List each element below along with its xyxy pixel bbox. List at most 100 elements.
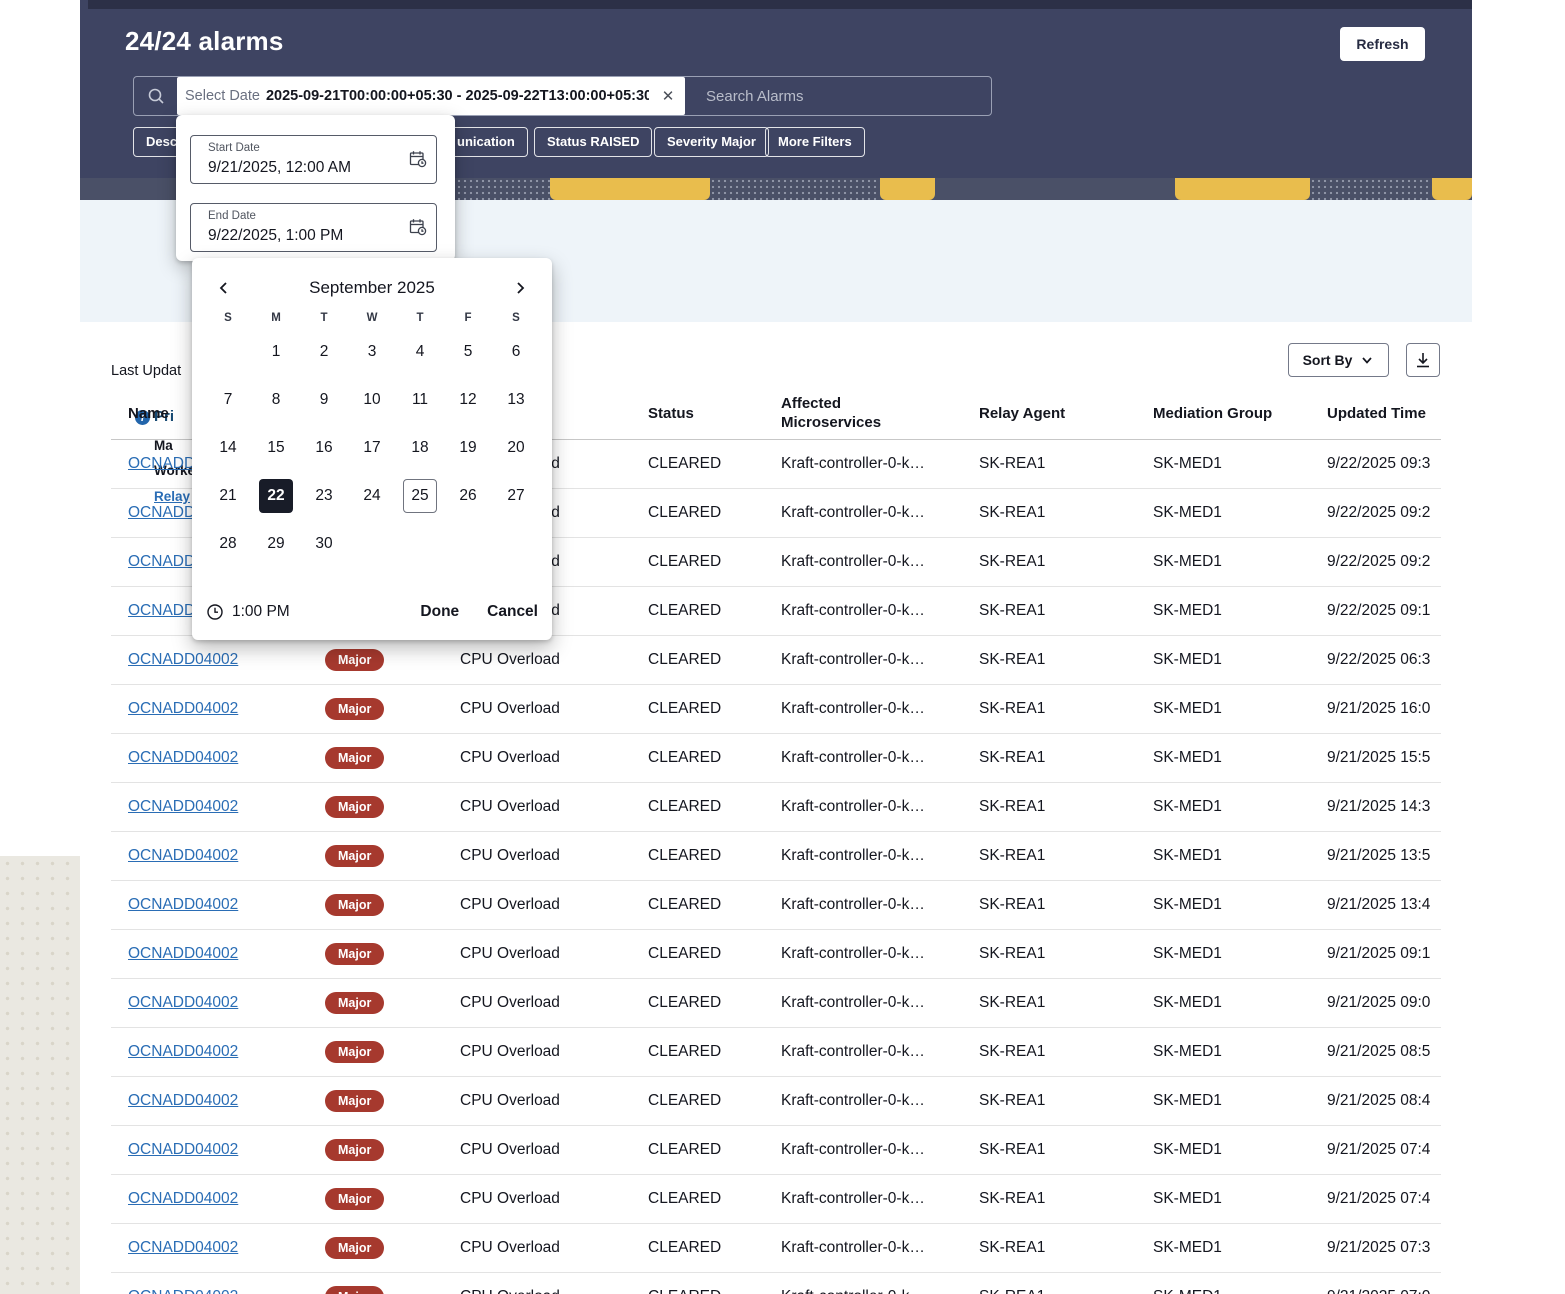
- day-number[interactable]: 13: [499, 383, 533, 417]
- calendar-day-6[interactable]: 6: [492, 328, 540, 376]
- calendar-day-11[interactable]: 11: [396, 376, 444, 424]
- day-number[interactable]: 1: [259, 335, 293, 369]
- day-number[interactable]: 17: [355, 431, 389, 465]
- alarm-name-link[interactable]: OCNADD04002: [128, 994, 238, 1011]
- calendar-day-25[interactable]: 25: [396, 472, 444, 520]
- calendar-day-23[interactable]: 23: [300, 472, 348, 520]
- alarm-name-link[interactable]: OCNADD04002: [128, 896, 238, 913]
- table-row: OCNADD04002 Major CPU Overload CLEARED Kraft…: [111, 636, 1441, 685]
- alarm-name-link[interactable]: OCNADD04002: [128, 847, 238, 864]
- affected-microservices-cell: Kraft-controller-0-k…: [781, 847, 925, 864]
- calendar-day-20[interactable]: 20: [492, 424, 540, 472]
- day-number[interactable]: 9: [307, 383, 341, 417]
- day-number[interactable]: 25: [403, 479, 437, 513]
- start-date-field[interactable]: Start Date 9/21/2025, 12:00 AM: [190, 135, 437, 184]
- alarm-name-link[interactable]: OCNADD04002: [128, 1288, 238, 1294]
- alarm-name-link[interactable]: OCNADD04002: [128, 1141, 238, 1158]
- day-number[interactable]: 27: [499, 479, 533, 513]
- calendar-clock-icon[interactable]: [409, 150, 427, 173]
- calendar-day-27[interactable]: 27: [492, 472, 540, 520]
- day-number[interactable]: 8: [259, 383, 293, 417]
- day-number[interactable]: 28: [211, 527, 245, 561]
- calendar-day-2[interactable]: 2: [300, 328, 348, 376]
- filter-chip[interactable]: Severity Major: [654, 127, 769, 157]
- calendar-day-26[interactable]: 26: [444, 472, 492, 520]
- day-number[interactable]: 16: [307, 431, 341, 465]
- calendar-day-10[interactable]: 10: [348, 376, 396, 424]
- day-number[interactable]: 29: [259, 527, 293, 561]
- filter-chip[interactable]: Status RAISED: [534, 127, 653, 157]
- day-number[interactable]: 5: [451, 335, 485, 369]
- day-number[interactable]: 18: [403, 431, 437, 465]
- day-number[interactable]: 20: [499, 431, 533, 465]
- calendar-day-3[interactable]: 3: [348, 328, 396, 376]
- calendar-day-9[interactable]: 9: [300, 376, 348, 424]
- day-number[interactable]: 2: [307, 335, 341, 369]
- calendar-day-4[interactable]: 4: [396, 328, 444, 376]
- cancel-button[interactable]: Cancel: [487, 603, 538, 621]
- calendar-day-28[interactable]: 28: [204, 520, 252, 568]
- day-number[interactable]: 7: [211, 383, 245, 417]
- alarm-name-link[interactable]: OCNADD04002: [128, 945, 238, 962]
- table-row: OCNADD04002 Major CPU Overload CLEARED Kraft…: [111, 685, 1441, 734]
- date-range-field[interactable]: Select Date 2025-09-21T00:00:00+05:30 - …: [177, 77, 685, 115]
- alarm-name-link[interactable]: OCNADD04002: [128, 700, 238, 717]
- alarm-name-link[interactable]: OCNADD04002: [128, 651, 238, 668]
- day-number[interactable]: 30: [307, 527, 341, 561]
- calendar-day-17[interactable]: 17: [348, 424, 396, 472]
- alarm-name-link[interactable]: OCNADD04002: [128, 1043, 238, 1060]
- calendar-day-7[interactable]: 7: [204, 376, 252, 424]
- day-number[interactable]: 15: [259, 431, 293, 465]
- calendar-day-14[interactable]: 14: [204, 424, 252, 472]
- clear-date-icon[interactable]: ✕: [655, 83, 681, 109]
- day-number[interactable]: 4: [403, 335, 437, 369]
- day-number[interactable]: 6: [499, 335, 533, 369]
- calendar-clock-icon[interactable]: [409, 218, 427, 241]
- alarm-name-link[interactable]: OCNADD04002: [128, 798, 238, 815]
- day-number[interactable]: 21: [211, 479, 245, 513]
- filter-chip[interactable]: More Filters: [765, 127, 865, 157]
- calendar-day-5[interactable]: 5: [444, 328, 492, 376]
- done-button[interactable]: Done: [420, 603, 459, 621]
- day-number[interactable]: 10: [355, 383, 389, 417]
- day-number[interactable]: 12: [451, 383, 485, 417]
- calendar-day-12[interactable]: 12: [444, 376, 492, 424]
- calendar-day-15[interactable]: 15: [252, 424, 300, 472]
- calendar-day-16[interactable]: 16: [300, 424, 348, 472]
- end-date-field[interactable]: End Date 9/22/2025, 1:00 PM: [190, 203, 437, 252]
- calendar-day-30[interactable]: 30: [300, 520, 348, 568]
- alarm-name-link[interactable]: OCNADD04002: [128, 749, 238, 766]
- download-button[interactable]: [1406, 343, 1440, 377]
- next-month-button[interactable]: [508, 276, 532, 300]
- sort-by-button[interactable]: Sort By: [1288, 343, 1389, 377]
- description-cell: CPU Overload: [460, 1043, 560, 1060]
- calendar-day-21[interactable]: 21: [204, 472, 252, 520]
- day-number[interactable]: 24: [355, 479, 389, 513]
- alarm-name-link[interactable]: OCNADD04002: [128, 1239, 238, 1256]
- alarm-name-link[interactable]: OCNADD04002: [128, 1190, 238, 1207]
- severity-badge: Major: [325, 1138, 385, 1162]
- calendar-day-29[interactable]: 29: [252, 520, 300, 568]
- day-number[interactable]: 26: [451, 479, 485, 513]
- search-alarms-input[interactable]: Search Alarms: [685, 77, 991, 115]
- calendar-day-22[interactable]: 22: [252, 472, 300, 520]
- weekday-label: S: [224, 312, 232, 324]
- alarm-name-cell: OCNADD04002: [128, 1288, 325, 1294]
- alarm-name-link[interactable]: OCNADD04002: [128, 1092, 238, 1109]
- refresh-button[interactable]: Refresh: [1340, 27, 1425, 61]
- calendar-day-24[interactable]: 24: [348, 472, 396, 520]
- day-number[interactable]: 11: [403, 383, 437, 417]
- calendar-day-19[interactable]: 19: [444, 424, 492, 472]
- calendar-day-13[interactable]: 13: [492, 376, 540, 424]
- day-number[interactable]: 23: [307, 479, 341, 513]
- calendar-day-18[interactable]: 18: [396, 424, 444, 472]
- calendar-day-8[interactable]: 8: [252, 376, 300, 424]
- day-number[interactable]: 14: [211, 431, 245, 465]
- prev-month-button[interactable]: [212, 276, 236, 300]
- calendar-day-1[interactable]: 1: [252, 328, 300, 376]
- day-number[interactable]: 19: [451, 431, 485, 465]
- selected-time[interactable]: 1:00 PM: [232, 603, 290, 621]
- day-number[interactable]: 22: [259, 479, 293, 513]
- relay-agent-cell: SK-REA1: [979, 651, 1046, 668]
- day-number[interactable]: 3: [355, 335, 389, 369]
